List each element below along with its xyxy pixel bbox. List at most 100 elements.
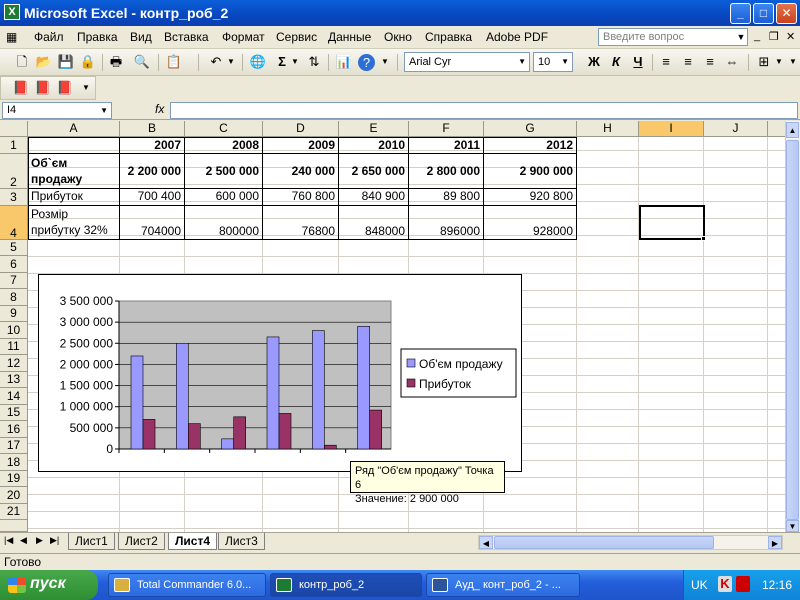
row-header-22[interactable] xyxy=(0,520,28,532)
row-header-19[interactable]: 19 xyxy=(0,471,28,487)
taskbar-word[interactable]: Ауд_ конт_роб_2 - ... xyxy=(426,573,580,597)
cell-b2[interactable]: 2 200 000 xyxy=(120,154,185,189)
cell-e3[interactable]: 840 900 xyxy=(339,189,409,206)
help-icon[interactable]: ? xyxy=(358,54,375,71)
new-icon[interactable]: 🗋 xyxy=(12,52,32,72)
row-header-7[interactable]: 7 xyxy=(0,273,28,289)
menu-help[interactable]: Справка xyxy=(425,30,472,44)
align-left-icon[interactable]: ≡ xyxy=(656,52,676,72)
open-icon[interactable]: 📂 xyxy=(34,52,54,72)
cell-f3[interactable]: 89 800 xyxy=(409,189,484,206)
column-header-f[interactable]: F xyxy=(409,121,484,137)
help-search-input[interactable]: Введите вопрос xyxy=(598,28,748,46)
cell-g2[interactable]: 2 900 000 xyxy=(484,154,577,189)
language-indicator[interactable]: UK xyxy=(691,578,708,592)
sheet-tab-lyst3[interactable]: Лист3 xyxy=(218,533,265,550)
pdf-email-icon[interactable]: 📕 xyxy=(33,78,53,98)
menu-tools[interactable]: Сервис xyxy=(276,30,317,44)
row-header-12[interactable]: 12 xyxy=(0,355,28,372)
row-header-21[interactable]: 21 xyxy=(0,504,28,520)
cell-d3[interactable]: 760 800 xyxy=(263,189,339,206)
column-header-h[interactable]: H xyxy=(577,121,639,137)
column-header-k[interactable] xyxy=(768,121,785,137)
cell-g4[interactable]: 928000 xyxy=(484,206,577,240)
scroll-down-icon[interactable]: ▼ xyxy=(786,520,799,532)
cell-a3[interactable]: Прибуток xyxy=(28,189,120,206)
row-header-8[interactable]: 8 xyxy=(0,289,28,306)
row-header-3[interactable]: 3 xyxy=(0,189,28,206)
pdf-convert-icon[interactable]: 📕 xyxy=(11,78,31,98)
cell-c4[interactable]: 800000 xyxy=(185,206,263,240)
italic-button[interactable]: К xyxy=(606,52,626,72)
cell-b1[interactable]: 2007 xyxy=(120,137,185,154)
underline-button[interactable]: Ч xyxy=(628,52,648,72)
row-header-18[interactable]: 18 xyxy=(0,454,28,471)
column-header-j[interactable]: J xyxy=(704,121,768,137)
toolbar-overflow-icon[interactable]: ▼ xyxy=(788,52,798,72)
row-header-2[interactable]: 2 xyxy=(0,154,28,189)
excel-app-icon[interactable]: X xyxy=(4,4,20,20)
row-header-20[interactable]: 20 xyxy=(0,487,28,504)
formula-input[interactable] xyxy=(170,102,798,119)
pdf-review-icon[interactable]: 📕 xyxy=(55,78,75,98)
pdf-toolbar-options-icon[interactable]: ▼ xyxy=(81,78,91,98)
autosum-dropdown-icon[interactable]: ▼ xyxy=(290,52,300,72)
menu-data[interactable]: Данные xyxy=(328,30,371,44)
doc-restore-button[interactable]: ❐ xyxy=(769,30,779,43)
cell-a1[interactable] xyxy=(28,137,120,154)
fill-handle[interactable] xyxy=(701,236,706,241)
row-header-17[interactable]: 17 xyxy=(0,438,28,454)
row-header-9[interactable]: 9 xyxy=(0,306,28,322)
column-header-i[interactable]: I xyxy=(639,121,704,137)
scroll-left-icon[interactable]: ◀ xyxy=(479,536,493,549)
cell-b3[interactable]: 700 400 xyxy=(120,189,185,206)
row-header-14[interactable]: 14 xyxy=(0,388,28,405)
first-sheet-icon[interactable]: |◀ xyxy=(4,535,13,546)
active-cell-i4[interactable] xyxy=(639,205,705,240)
row-header-4[interactable]: 4 xyxy=(0,206,28,240)
save-icon[interactable]: 💾 xyxy=(56,52,76,72)
align-center-icon[interactable]: ≡ xyxy=(678,52,698,72)
doc-minimize-button[interactable]: _ xyxy=(754,30,760,42)
cell-f1[interactable]: 2011 xyxy=(409,137,484,154)
autosum-icon[interactable]: Σ xyxy=(272,52,292,72)
menu-window[interactable]: Окно xyxy=(384,30,412,44)
cell-g3[interactable]: 920 800 xyxy=(484,189,577,206)
sort-ascending-icon[interactable]: ⇅ xyxy=(304,52,324,72)
row-header-1[interactable]: 1 xyxy=(0,137,28,154)
close-button[interactable]: ✕ xyxy=(776,3,797,24)
select-all-corner[interactable] xyxy=(0,121,28,137)
next-sheet-icon[interactable]: ▶ xyxy=(36,535,43,546)
font-name-dropdown-icon[interactable]: ▼ xyxy=(518,57,526,66)
minimize-button[interactable]: _ xyxy=(730,3,751,24)
name-box[interactable]: I4 ▼ xyxy=(2,102,112,119)
help-dropdown-icon[interactable]: ▼ xyxy=(735,29,747,45)
vertical-scroll-thumb[interactable] xyxy=(786,140,799,520)
menu-view[interactable]: Вид xyxy=(130,30,152,44)
sheet-tab-lyst2[interactable]: Лист2 xyxy=(118,533,165,550)
row-header-11[interactable]: 11 xyxy=(0,339,28,355)
cell-e4[interactable]: 848000 xyxy=(339,206,409,240)
antivirus-tray-icon[interactable]: K xyxy=(718,576,732,592)
chart-wizard-icon[interactable]: 📊 xyxy=(334,52,354,72)
taskbar-excel[interactable]: контр_роб_2 xyxy=(270,573,422,597)
print-preview-icon[interactable]: 🔍 xyxy=(132,52,152,72)
menu-file[interactable]: Файл xyxy=(34,30,64,44)
undo-dropdown-icon[interactable]: ▼ xyxy=(226,52,236,72)
row-header-6[interactable]: 6 xyxy=(0,256,28,273)
permission-icon[interactable]: 🔒 xyxy=(78,52,98,72)
print-icon[interactable]: 🖶 xyxy=(106,52,126,72)
copy-icon[interactable]: 📋 xyxy=(164,52,184,72)
column-header-g[interactable]: G xyxy=(484,121,577,137)
borders-dropdown-icon[interactable]: ▼ xyxy=(774,52,784,72)
column-header-d[interactable]: D xyxy=(263,121,339,137)
doc-close-button[interactable]: ✕ xyxy=(786,30,795,43)
cell-e2[interactable]: 2 650 000 xyxy=(339,154,409,189)
cell-f2[interactable]: 2 800 000 xyxy=(409,154,484,189)
borders-icon[interactable]: ⊞ xyxy=(754,52,774,72)
name-box-dropdown-icon[interactable]: ▼ xyxy=(100,106,108,115)
sheet-tab-lyst4[interactable]: Лист4 xyxy=(168,533,218,550)
font-size-dropdown-icon[interactable]: ▼ xyxy=(561,57,569,66)
toolbar-options-icon[interactable]: ▼ xyxy=(380,52,390,72)
bold-button[interactable]: Ж xyxy=(584,52,604,72)
